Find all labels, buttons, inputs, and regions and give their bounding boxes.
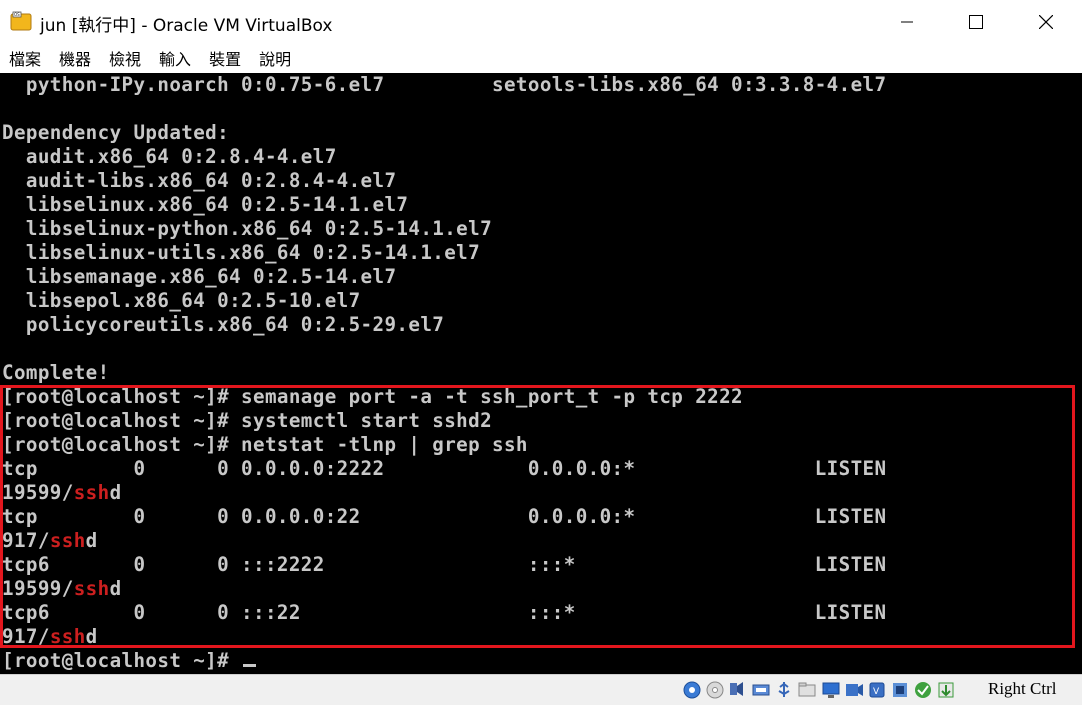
terminal-line: libsepol.x86_64 0:2.5-10.el7 xyxy=(2,289,361,312)
cpu-icon[interactable]: V xyxy=(867,680,887,700)
vm-console-screen[interactable]: [root@localhost ~]# 917/sshd tcp6 0 0 :::… xyxy=(0,73,1082,674)
status-bar: V Right Ctrl xyxy=(0,674,1082,705)
menu-bar: 檔案 機器 檢視 輸入 裝置 說明 xyxy=(0,43,1082,73)
virtualbox-icon: OS xyxy=(10,11,32,31)
terminal-line: 917/sshd xyxy=(2,625,98,648)
optical-drive-icon[interactable] xyxy=(705,680,725,700)
terminal-line: [root@localhost ~]# netstat -tlnp | grep… xyxy=(2,433,528,456)
network-icon[interactable] xyxy=(751,680,771,700)
terminal-line: audit-libs.x86_64 0:2.8.4-4.el7 xyxy=(2,169,397,192)
minimize-button[interactable] xyxy=(884,0,930,43)
terminal-line: libselinux.x86_64 0:2.5-14.1.el7 xyxy=(2,193,409,216)
terminal-line: tcp6 0 0 :::2222 :::* LISTEN xyxy=(2,553,887,576)
terminal-line: audit.x86_64 0:2.8.4-4.el7 xyxy=(2,145,337,168)
terminal-line: Dependency Updated: xyxy=(2,121,230,144)
close-button[interactable] xyxy=(1023,0,1069,43)
terminal-cursor xyxy=(243,664,257,667)
terminal-line: 19599/sshd xyxy=(2,577,122,600)
grep-match: ssh xyxy=(73,481,110,504)
grep-match: ssh xyxy=(73,577,110,600)
menu-view[interactable]: 檢視 xyxy=(100,46,150,70)
terminal-line: Complete! xyxy=(2,361,110,384)
grep-match: ssh xyxy=(49,625,86,648)
terminal-line: libsemanage.x86_64 0:2.5-14.el7 xyxy=(2,265,397,288)
terminal-line: [root@localhost ~]# semanage port -a -t … xyxy=(2,385,744,408)
menu-help[interactable]: 說明 xyxy=(250,46,300,70)
shared-folders-icon[interactable] xyxy=(797,680,817,700)
terminal-line: 917/sshd xyxy=(2,529,98,552)
terminal-line: policycoreutils.x86_64 0:2.5-29.el7 xyxy=(2,313,445,336)
menu-machine[interactable]: 機器 xyxy=(50,46,100,70)
menu-file[interactable]: 檔案 xyxy=(0,46,50,70)
recording-icon[interactable] xyxy=(844,680,864,700)
terminal-line: 19599/sshd xyxy=(2,481,122,504)
terminal-line: libselinux-utils.x86_64 0:2.5-14.1.el7 xyxy=(2,241,481,264)
maximize-button[interactable] xyxy=(953,0,999,43)
menu-input[interactable]: 輸入 xyxy=(150,46,200,70)
terminal-line: [root@localhost ~]# xyxy=(2,649,257,673)
host-key-label[interactable]: Right Ctrl xyxy=(988,679,1056,699)
terminal-line: tcp 0 0 0.0.0.0:2222 0.0.0.0:* LISTEN xyxy=(2,457,887,480)
window-title: jun [執行中] - Oracle VM VirtualBox xyxy=(40,16,333,36)
vt-x-icon[interactable] xyxy=(890,680,910,700)
terminal-line: libselinux-python.x86_64 0:2.5-14.1.el7 xyxy=(2,217,493,240)
guest-additions-icon[interactable] xyxy=(913,680,933,700)
grep-match: ssh xyxy=(49,529,86,552)
svg-text:OS: OS xyxy=(14,12,20,17)
audio-icon[interactable] xyxy=(728,680,748,700)
svg-text:V: V xyxy=(873,687,880,697)
usb-icon[interactable] xyxy=(774,680,794,700)
hard-disk-icon[interactable] xyxy=(682,680,702,700)
terminal-line: python-IPy.noarch 0:0.75-6.el7 setools-l… xyxy=(2,73,887,96)
terminal-line: [root@localhost ~]# systemctl start sshd… xyxy=(2,409,493,432)
device-status-icons: V xyxy=(682,679,959,701)
title-bar: OS jun [執行中] - Oracle VM VirtualBox xyxy=(0,0,1082,43)
terminal-line: tcp6 0 0 :::22 :::* LISTEN xyxy=(2,601,887,624)
display-icon[interactable] xyxy=(821,680,841,700)
menu-devices[interactable]: 裝置 xyxy=(200,46,250,70)
terminal-line: tcp 0 0 0.0.0.0:22 0.0.0.0:* LISTEN xyxy=(2,505,887,528)
mouse-integration-icon[interactable] xyxy=(936,680,956,700)
